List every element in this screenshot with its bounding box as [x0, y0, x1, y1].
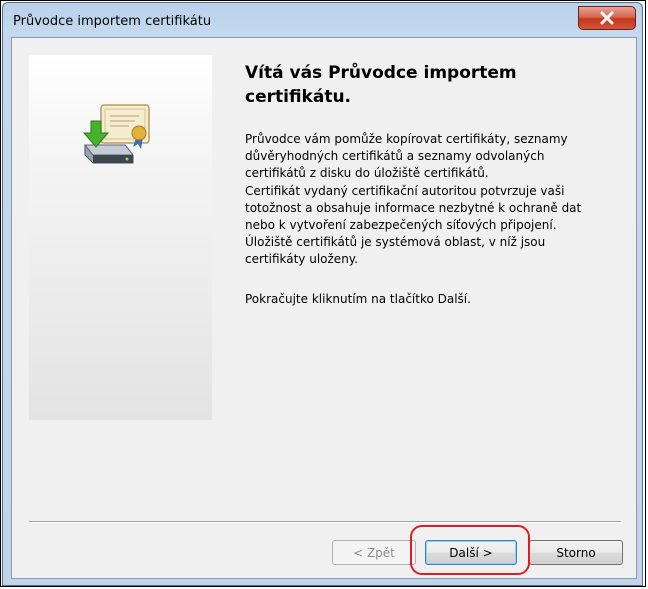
- certificate-import-icon: [82, 104, 150, 164]
- wizard-window: Průvodce importem certifikátu Vítá vás P…: [2, 2, 643, 586]
- continue-instruction: Pokračujte kliknutím na tlačítko Další.: [245, 292, 471, 306]
- button-separator: [29, 521, 621, 523]
- close-button[interactable]: [578, 6, 636, 30]
- next-button-highlight: [410, 525, 530, 575]
- intro-paragraph: Průvodce vám pomůže kopírovat certifikát…: [245, 132, 568, 180]
- back-button[interactable]: < Zpět: [332, 540, 416, 565]
- close-icon: [600, 11, 614, 25]
- cancel-button[interactable]: Storno: [529, 540, 623, 565]
- wizard-heading: Vítá vás Průvodce importem certifikátu.: [245, 63, 517, 107]
- certificate-paragraph: Certifikát vydaný certifikační autoritou…: [245, 184, 582, 266]
- wizard-side-panel: [29, 55, 212, 420]
- window-title: Průvodce importem certifikátu: [13, 14, 212, 29]
- wizard-body: Vítá vás Průvodce importem certifikátu. …: [11, 37, 637, 579]
